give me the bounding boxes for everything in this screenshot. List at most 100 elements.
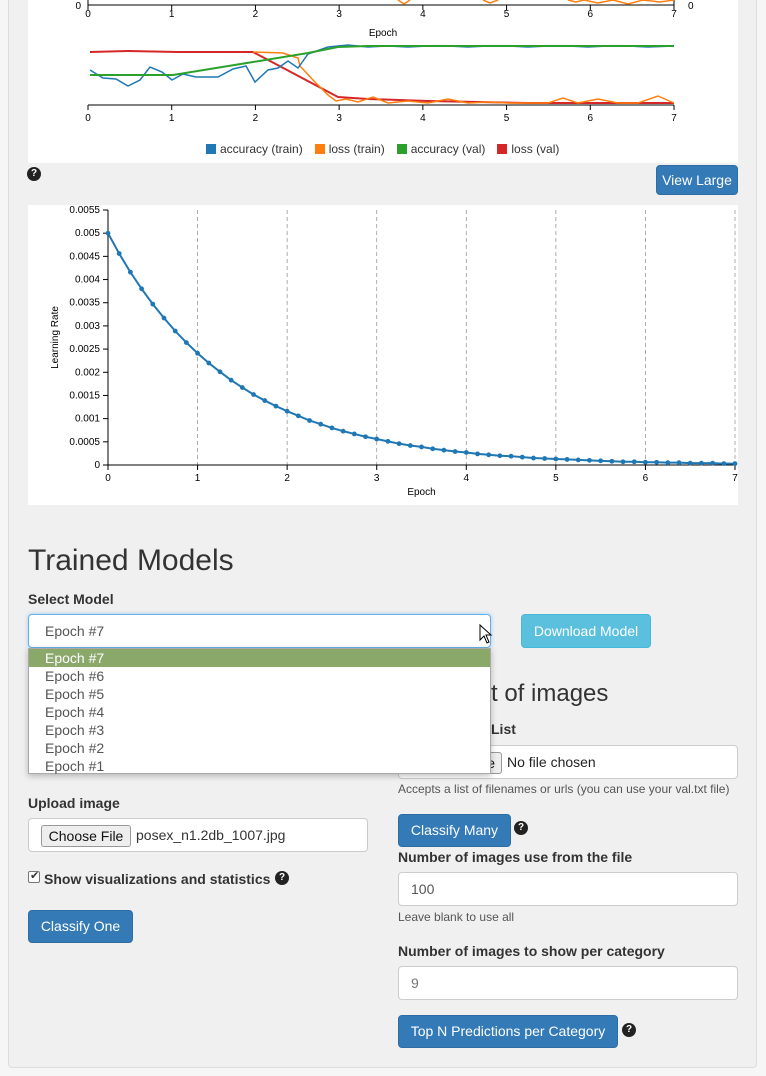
y-tick-label: 0 (94, 460, 100, 471)
classify-many-button[interactable]: Classify Many (398, 814, 511, 847)
download-model-button[interactable]: Download Model (521, 614, 651, 648)
model-option[interactable]: Epoch #3 (29, 721, 490, 739)
learning-rate-chart-svg: 0 0.0005 0.001 0.0015 0.002 0.0025 0.003 0.0035… (50, 205, 738, 498)
learning-rate-point (463, 450, 469, 455)
x-tick-label: 5 (504, 113, 510, 124)
legend-label: loss (val) (511, 142, 560, 156)
checkmark-icon: ✔ (30, 870, 40, 882)
learning-rate-point (620, 459, 626, 465)
y-tick-label: 0.0025 (69, 344, 100, 355)
learning-rate-point (150, 301, 156, 307)
legend-item: accuracy (train) (206, 142, 303, 156)
upper-x-ticks: 0 1 2 3 4 5 6 7 (85, 5, 677, 20)
learning-rate-point (374, 436, 380, 442)
upload-image-file-input[interactable]: Choose File posex_n1.2db_1007.jpg (28, 818, 368, 852)
learning-rate-point (407, 443, 413, 448)
y-tick-label: 0.001 (75, 414, 100, 425)
top-n-button[interactable]: Top N Predictions per Category (398, 1015, 618, 1048)
view-large-button[interactable]: View Large (656, 165, 738, 195)
x-tick-label: 7 (732, 473, 738, 484)
learning-rate-point (195, 350, 200, 356)
selected-file-name: posex_n1.2db_1007.jpg (136, 827, 286, 843)
x-tick-label: 4 (420, 113, 426, 124)
model-select-value: Epoch #7 (45, 623, 105, 639)
learning-rate-point (452, 449, 458, 454)
show-viz-checkbox[interactable]: ✔ (28, 870, 40, 883)
legend-swatch (497, 144, 508, 154)
y-tick-label: 0.0015 (69, 390, 100, 401)
learning-rate-point (721, 461, 727, 467)
leave-blank-hint: Leave blank to use all (398, 910, 515, 924)
learning-rate-point (340, 428, 346, 434)
learning-rate-point (396, 441, 402, 447)
model-option[interactable]: Epoch #4 (29, 703, 490, 721)
learning-rate-point (385, 438, 391, 444)
x-tick-label: 6 (588, 113, 594, 124)
learning-rate-point (643, 459, 648, 465)
x-axis-label: Epoch (407, 487, 435, 498)
legend-swatch (396, 144, 407, 154)
per-category-input[interactable] (398, 966, 738, 1000)
upper-x-label: Epoch (369, 28, 397, 39)
x-tick-label: 3 (336, 9, 342, 20)
x-tick-label: 7 (671, 113, 677, 124)
learning-rate-point (284, 408, 290, 414)
x-tick-label: 0 (85, 9, 91, 20)
y-tick-label: 0.003 (75, 321, 100, 332)
learning-rate-point (564, 457, 570, 462)
help-icon[interactable]: ? (275, 871, 289, 885)
model-option[interactable]: Epoch #2 (29, 739, 490, 757)
y-tick-label: 0.002 (75, 367, 100, 378)
learning-rate-point (486, 452, 492, 458)
x-tick-label: 1 (169, 9, 175, 20)
model-option[interactable]: Epoch #7 (29, 649, 490, 667)
model-option[interactable]: Epoch #1 (29, 757, 490, 775)
learning-rate-point (598, 458, 604, 464)
model-option[interactable]: Epoch #6 (29, 667, 490, 685)
choose-file-button[interactable]: Choose File (41, 825, 131, 847)
help-icon[interactable]: ? (27, 167, 41, 181)
learning-rate-point (329, 425, 335, 431)
y-tick-label: 0.0035 (69, 298, 100, 309)
model-select-dropdown: Epoch #7 Epoch #6 Epoch #5 Epoch #4 Epoc… (28, 648, 491, 774)
y-tick-label: 0.004 (75, 275, 100, 286)
x-tick-label: 0 (105, 473, 111, 484)
learning-rate-point (676, 460, 682, 466)
model-select[interactable]: Epoch #7 (28, 614, 491, 648)
help-icon[interactable]: ? (622, 1023, 636, 1037)
learning-rate-point (161, 315, 167, 321)
learning-rate-point (587, 457, 592, 463)
num-images-label: Number of images use from the file (398, 849, 633, 865)
y-tick-label: 0.0055 (69, 205, 100, 216)
classify-one-button[interactable]: Classify One (28, 910, 133, 943)
model-option[interactable]: Epoch #5 (29, 685, 490, 703)
help-icon[interactable]: ? (514, 821, 528, 835)
learning-rate-point (441, 447, 447, 453)
y-tick-label: 0.0005 (69, 437, 100, 448)
learning-rate-point (273, 403, 279, 409)
learning-rate-point (699, 460, 704, 466)
num-images-input[interactable] (398, 872, 738, 906)
x-tick-label: 6 (643, 473, 649, 484)
x-tick-label: 4 (420, 9, 426, 20)
right-axis-zero: 0 (688, 1, 694, 12)
learning-rate-point (475, 451, 480, 457)
learning-rate-point (508, 453, 514, 459)
learning-rate-point (127, 269, 133, 275)
x-tick-label: 2 (284, 473, 290, 484)
learning-rate-point (519, 454, 525, 460)
learning-rate-point (497, 453, 503, 459)
learning-rate-point (228, 377, 234, 383)
learning-rate-point (251, 392, 256, 397)
learning-rate-point (183, 340, 189, 345)
learning-rate-point (318, 421, 324, 427)
x-tick-label: 5 (553, 473, 559, 484)
x-tick-label: 3 (336, 113, 342, 124)
legend-item: accuracy (val) (396, 142, 485, 156)
learning-rate-point (239, 385, 245, 390)
y-tick-label: 0.0045 (69, 251, 100, 262)
show-viz-label: Show visualizations and statistics (44, 871, 271, 887)
x-tick-label: 5 (504, 9, 510, 20)
learning-rate-point (531, 455, 536, 461)
classify-many-heading: t of images (491, 680, 609, 707)
